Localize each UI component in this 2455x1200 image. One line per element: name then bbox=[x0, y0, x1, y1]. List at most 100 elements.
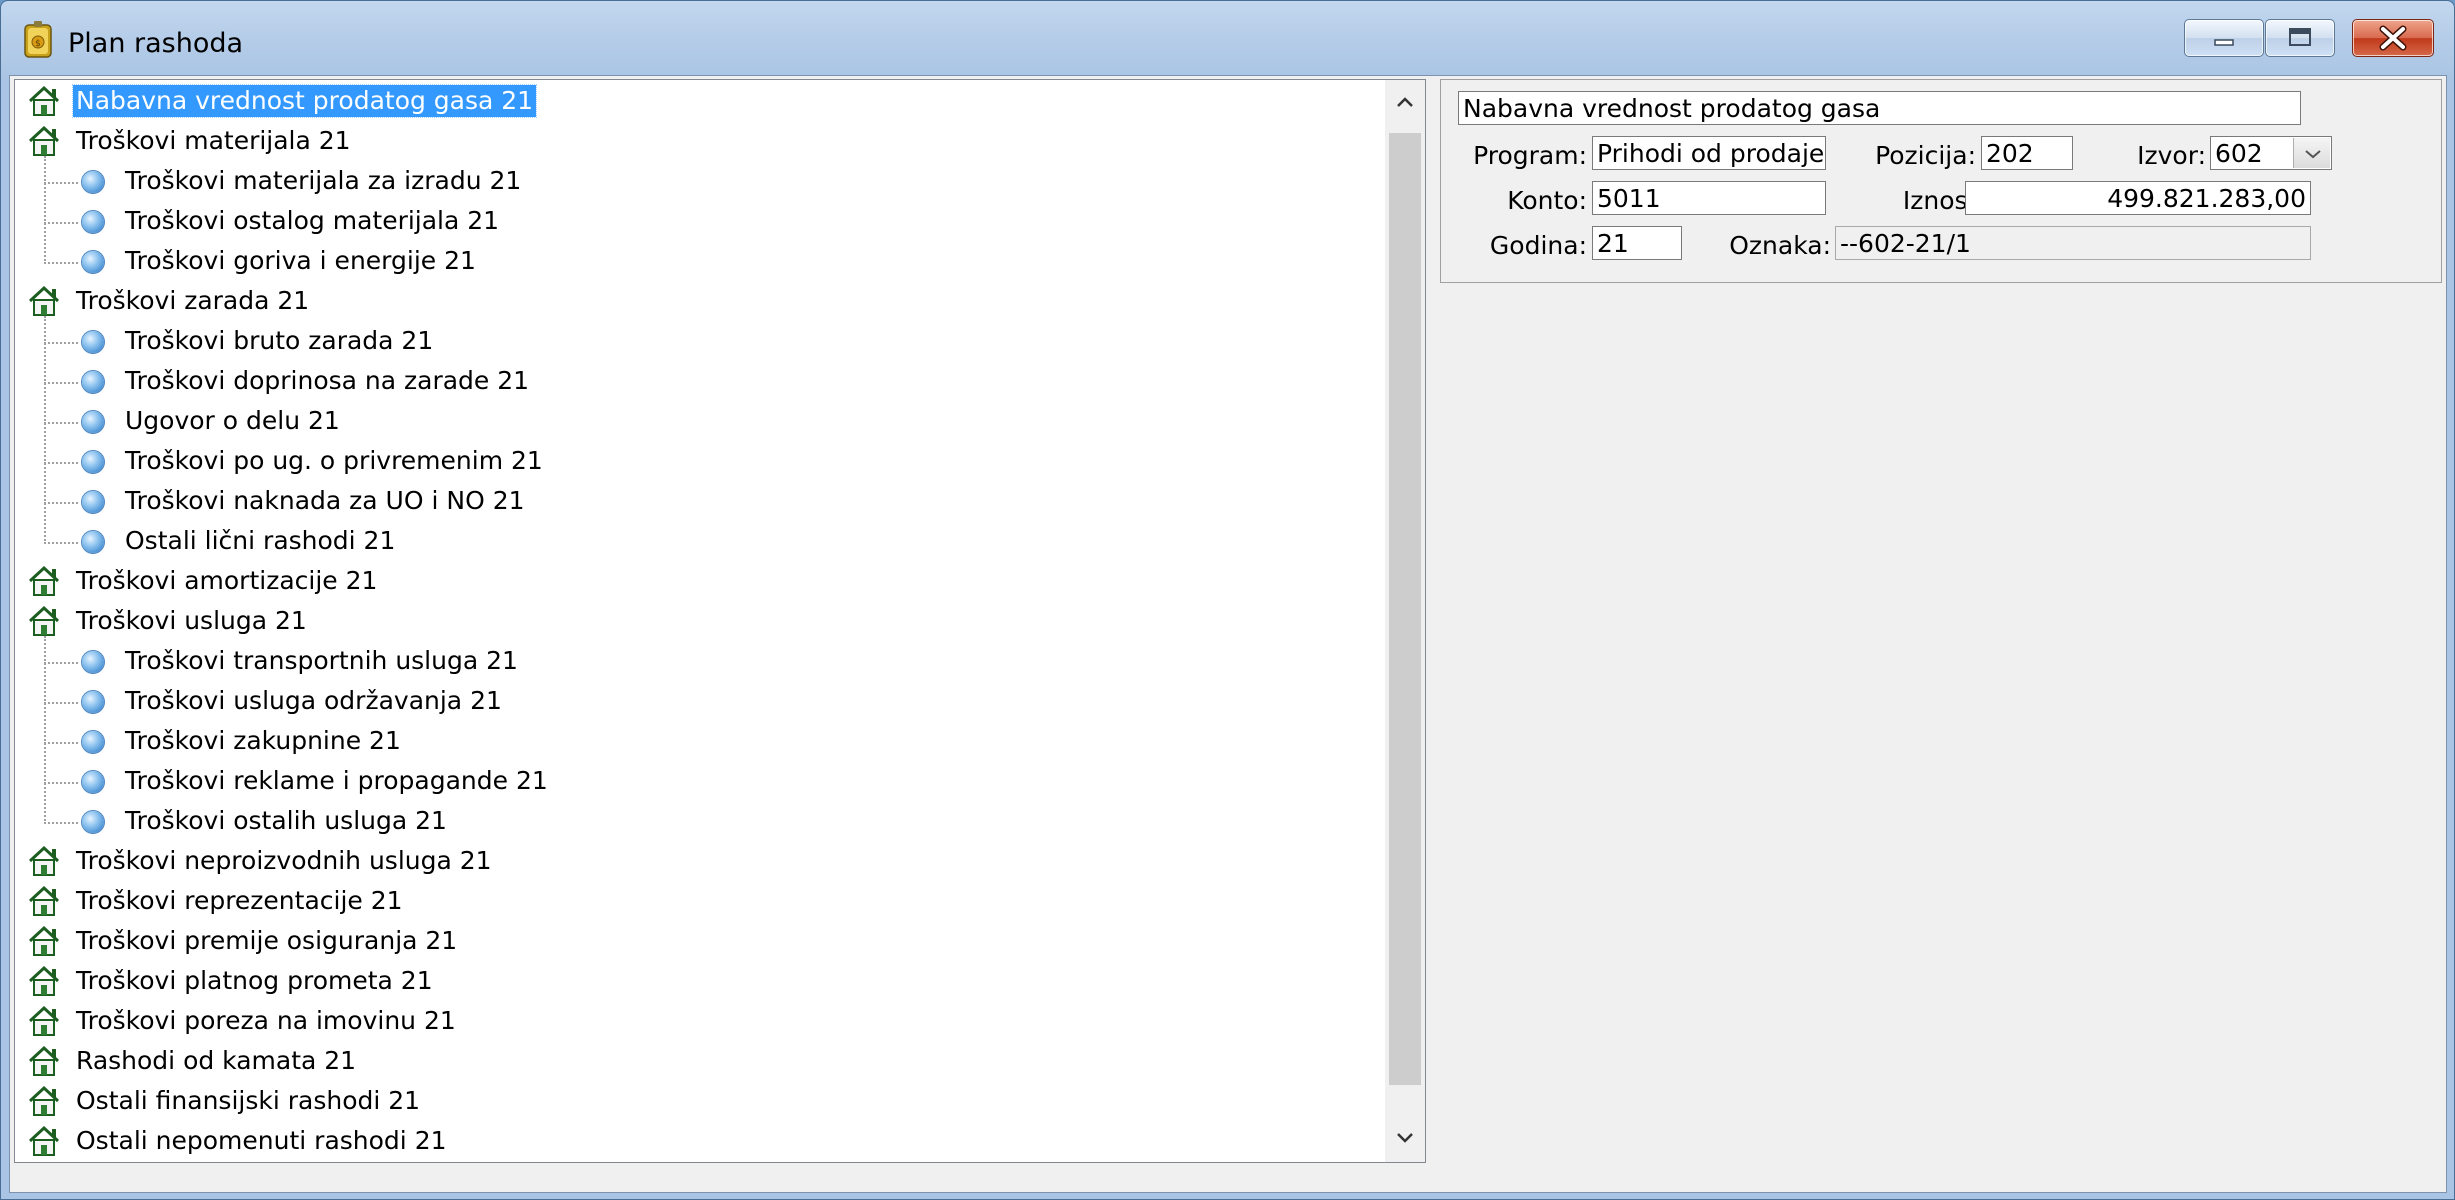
tree-node-label: Troškovi premije osiguranja 21 bbox=[76, 926, 458, 955]
tree-node-leaf[interactable]: Troškovi ostalog materijala 21 bbox=[15, 202, 1375, 240]
tree-node-category[interactable]: Troškovi poreza na imovinu 21 bbox=[15, 1002, 1375, 1040]
oznaka-label: Oznaka: bbox=[1729, 231, 1831, 260]
tree-node-leaf[interactable]: Troškovi naknada za UO i NO 21 bbox=[15, 482, 1375, 520]
tree-list[interactable]: Nabavna vrednost prodatog gasa 21 Troškov… bbox=[15, 80, 1385, 1162]
tree-node-label: Rashodi od kamata 21 bbox=[76, 1046, 357, 1075]
main-window: $ Plan rashoda Nabavna vrednost prodatog… bbox=[0, 0, 2455, 1200]
tree-node-label: Troškovi ostalog materijala 21 bbox=[125, 206, 500, 235]
tree-node-label: Troškovi neproizvodnih usluga 21 bbox=[76, 846, 492, 875]
tree-connector bbox=[44, 222, 78, 224]
tree-node-category[interactable]: Ostali nepomenuti rashodi 21 bbox=[15, 1122, 1375, 1160]
vertical-scrollbar[interactable] bbox=[1385, 80, 1425, 1162]
tree-connector bbox=[44, 156, 46, 264]
iznos-field[interactable]: 499.821.283,00 bbox=[1965, 181, 2311, 215]
tree-node-label: Troškovi zakupnine 21 bbox=[125, 726, 401, 755]
scroll-down-button[interactable] bbox=[1385, 1120, 1425, 1160]
tree-connector bbox=[44, 822, 78, 824]
chevron-down-icon bbox=[2305, 150, 2321, 159]
tree-node-category[interactable]: Troškovi premije osiguranja 21 bbox=[15, 922, 1375, 960]
tree-node-leaf[interactable]: Troškovi po ug. o privremenim 21 bbox=[15, 442, 1375, 480]
bullet-icon bbox=[82, 251, 104, 273]
minimize-button[interactable] bbox=[2184, 19, 2264, 57]
bullet-icon bbox=[82, 811, 104, 833]
close-icon bbox=[2379, 25, 2407, 51]
iznos-label: Iznos: bbox=[1902, 186, 1976, 215]
title-bar[interactable]: $ Plan rashoda bbox=[1, 1, 2454, 81]
maximize-button[interactable] bbox=[2265, 19, 2335, 57]
tree-node-leaf[interactable]: Troškovi ostalih usluga 21 bbox=[15, 802, 1375, 840]
tree-node-label: Troškovi poreza na imovinu 21 bbox=[76, 1006, 456, 1035]
konto-field[interactable]: 5011 bbox=[1592, 181, 1826, 215]
tree-node-category[interactable]: Nabavna vrednost prodatog gasa 21 bbox=[15, 82, 1375, 120]
tree-node-leaf[interactable]: Troškovi bruto zarada 21 bbox=[15, 322, 1375, 360]
tree-node-label: Troškovi goriva i energije 21 bbox=[125, 246, 476, 275]
house-icon bbox=[28, 285, 60, 316]
tree-node-category[interactable]: Rashodi od kamata 21 bbox=[15, 1042, 1375, 1080]
house-icon bbox=[28, 1085, 60, 1116]
tree-node-leaf[interactable]: Troškovi materijala za izradu 21 bbox=[15, 162, 1375, 200]
bullet-icon bbox=[82, 651, 104, 673]
tree-node-leaf[interactable]: Troškovi usluga održavanja 21 bbox=[15, 682, 1375, 720]
godina-label: Godina: bbox=[1489, 231, 1587, 260]
detail-panel: Nabavna vrednost prodatog gasa Program: … bbox=[1440, 79, 2442, 283]
close-button[interactable] bbox=[2352, 19, 2434, 57]
tree-node-category[interactable]: Troškovi reprezentacije 21 bbox=[15, 882, 1375, 920]
tree-node-label: Troškovi ostalih usluga 21 bbox=[125, 806, 447, 835]
bullet-icon bbox=[82, 451, 104, 473]
bullet-icon bbox=[82, 771, 104, 793]
tree-node-label: Ugovor o delu 21 bbox=[125, 406, 340, 435]
house-icon bbox=[28, 125, 60, 156]
bullet-icon bbox=[82, 411, 104, 433]
bullet-icon bbox=[82, 731, 104, 753]
izvor-dropdown-button[interactable] bbox=[2293, 138, 2330, 168]
house-icon bbox=[28, 605, 60, 636]
tree-node-label: Troškovi reklame i propagande 21 bbox=[125, 766, 548, 795]
tree-connector bbox=[44, 316, 46, 544]
tree-node-category[interactable]: Troškovi zarada 21 bbox=[15, 282, 1375, 320]
oznaka-field: --602-21/1 bbox=[1835, 226, 2311, 260]
tree-node-label: Troškovi reprezentacije 21 bbox=[76, 886, 403, 915]
chevron-up-icon bbox=[1397, 97, 1413, 107]
tree-node-label: Ostali finansijski rashodi 21 bbox=[76, 1086, 421, 1115]
bullet-icon bbox=[82, 531, 104, 553]
tree-node-leaf[interactable]: Troškovi reklame i propagande 21 bbox=[15, 762, 1375, 800]
tree-node-leaf[interactable]: Troškovi goriva i energije 21 bbox=[15, 242, 1375, 280]
bullet-icon bbox=[82, 371, 104, 393]
tree-node-category[interactable]: Troškovi platnog prometa 21 bbox=[15, 962, 1375, 1000]
chevron-down-icon bbox=[1397, 1133, 1413, 1143]
program-label: Program: bbox=[1473, 141, 1587, 170]
tree-node-category[interactable]: Ostali finansijski rashodi 21 bbox=[15, 1082, 1375, 1120]
expense-tree[interactable]: Nabavna vrednost prodatog gasa 21 Troškov… bbox=[14, 79, 1426, 1163]
pozicija-field[interactable]: 202 bbox=[1981, 136, 2073, 170]
tree-connector bbox=[44, 742, 78, 744]
tree-node-leaf[interactable]: Troškovi zakupnine 21 bbox=[15, 722, 1375, 760]
scroll-thumb[interactable] bbox=[1389, 133, 1421, 1085]
tree-node-category[interactable]: Troškovi materijala 21 bbox=[15, 122, 1375, 160]
tree-node-label: Troškovi po ug. o privremenim 21 bbox=[125, 446, 543, 475]
tree-node-category[interactable]: Troškovi neproizvodnih usluga 21 bbox=[15, 842, 1375, 880]
tree-connector bbox=[44, 262, 78, 264]
tree-node-leaf[interactable]: Ugovor o delu 21 bbox=[15, 402, 1375, 440]
tree-node-label: Troškovi amortizacije 21 bbox=[76, 566, 378, 595]
minimize-icon bbox=[2214, 39, 2234, 46]
app-icon: $ bbox=[24, 21, 52, 58]
program-field[interactable]: Prihodi od prodaje bbox=[1592, 136, 1826, 170]
tree-node-label: Troškovi zarada 21 bbox=[76, 286, 310, 315]
house-icon bbox=[28, 845, 60, 876]
izvor-label: Izvor: bbox=[2137, 141, 2206, 170]
scroll-up-button[interactable] bbox=[1385, 84, 1425, 124]
godina-field[interactable]: 21 bbox=[1592, 226, 1682, 260]
bullet-icon bbox=[82, 331, 104, 353]
tree-connector bbox=[44, 422, 78, 424]
tree-node-category[interactable]: Troškovi amortizacije 21 bbox=[15, 562, 1375, 600]
izvor-select[interactable]: 602 bbox=[2210, 136, 2332, 170]
tree-node-leaf[interactable]: Ostali lični rashodi 21 bbox=[15, 522, 1375, 560]
tree-connector bbox=[44, 382, 78, 384]
svg-text:$: $ bbox=[35, 39, 41, 49]
tree-node-leaf[interactable]: Troškovi transportnih usluga 21 bbox=[15, 642, 1375, 680]
tree-node-category[interactable]: Troškovi usluga 21 bbox=[15, 602, 1375, 640]
bullet-icon bbox=[82, 211, 104, 233]
tree-connector bbox=[44, 662, 78, 664]
tree-node-leaf[interactable]: Troškovi doprinosa na zarade 21 bbox=[15, 362, 1375, 400]
name-field[interactable]: Nabavna vrednost prodatog gasa bbox=[1458, 91, 2301, 125]
